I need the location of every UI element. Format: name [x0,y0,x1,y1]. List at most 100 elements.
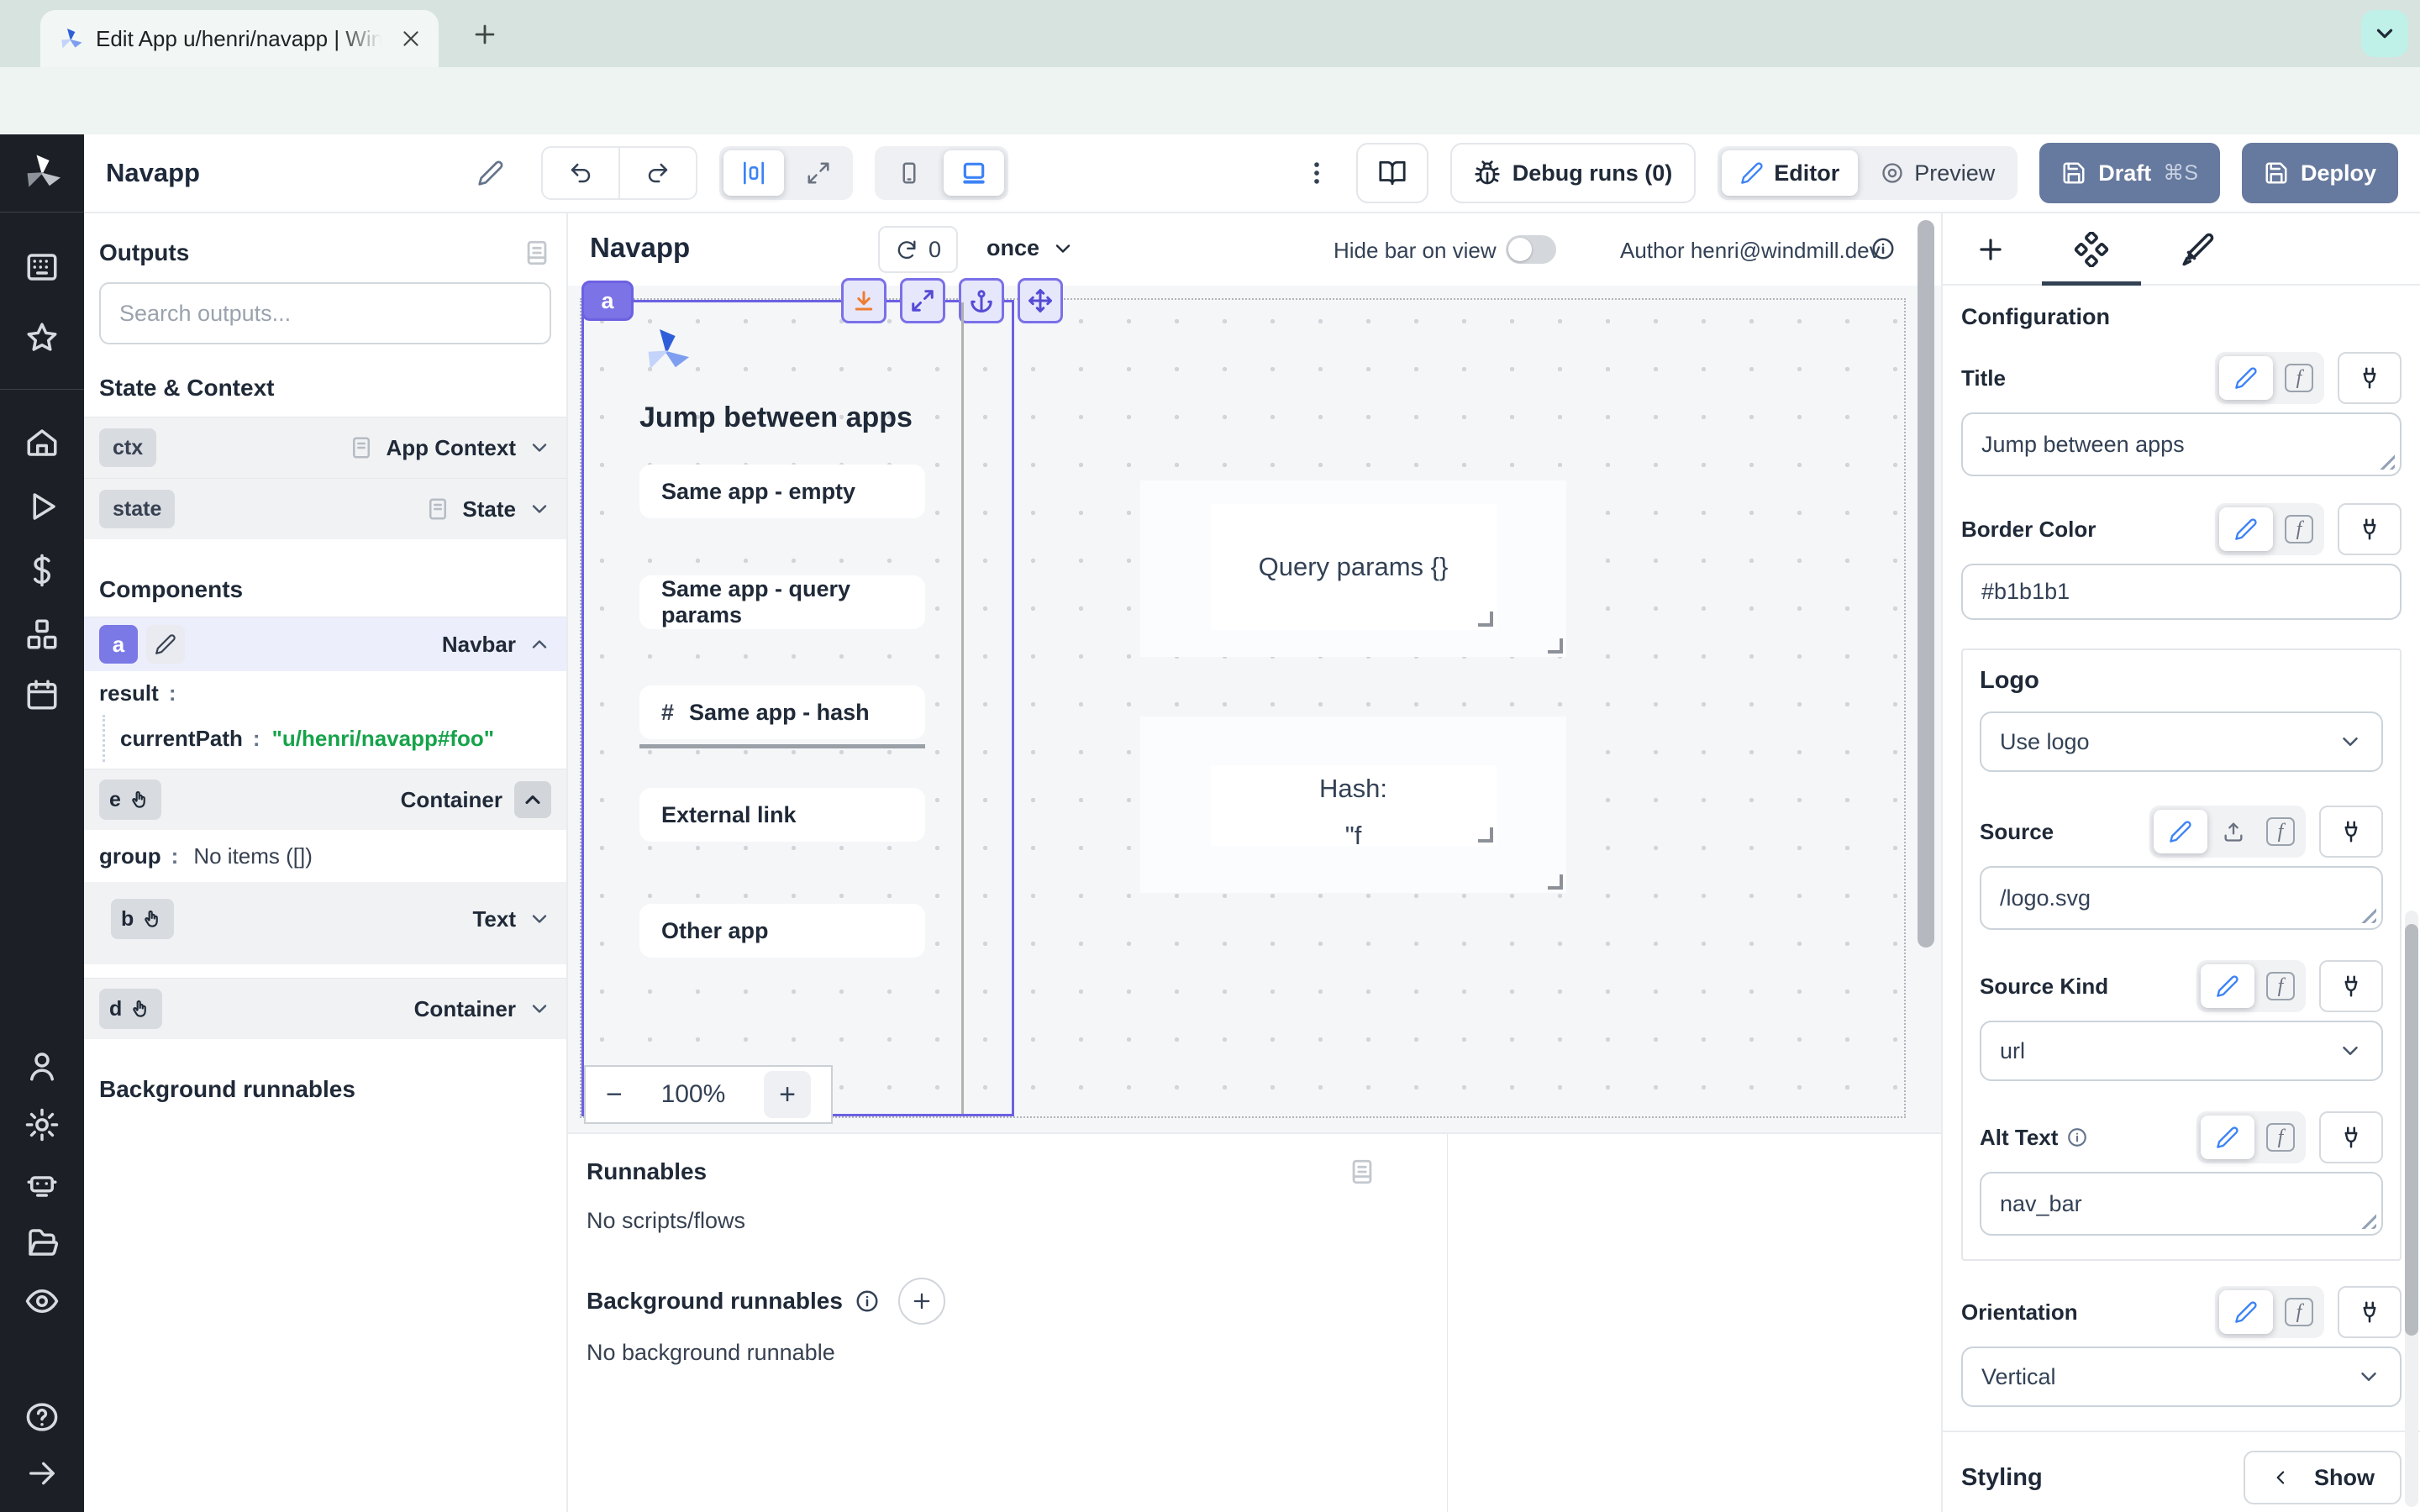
undo-button[interactable] [543,148,620,198]
use-logo-select[interactable]: Use logo [1980,711,2383,772]
upload-mode-button[interactable] [2212,810,2254,853]
browser-tab[interactable]: Edit App u/henri/navapp | Win [40,10,439,67]
function-mode-button[interactable]: f [2278,356,2320,400]
rail-favorites-icon[interactable] [24,320,60,355]
search-outputs-input[interactable] [99,282,551,344]
new-tab-button[interactable] [471,20,499,49]
add-component-tab[interactable] [1975,234,2007,265]
nav-item-same-app-query-params[interactable]: Same app - query params [639,575,925,629]
ctx-row[interactable]: ctx App Context [84,417,566,478]
nav-item-other-app[interactable]: Other app [639,904,925,958]
chevron-down-icon[interactable] [528,997,551,1021]
anchor-icon[interactable] [959,278,1004,323]
rail-help-icon[interactable] [24,1399,60,1435]
tab-close-icon[interactable] [400,28,422,50]
component-settings-tab[interactable] [2074,232,2109,267]
window-chevron-button[interactable] [2361,10,2408,57]
canvas-scrollbar[interactable] [1918,220,1934,948]
component-row-container-d[interactable]: d Container [84,978,566,1039]
zoom-in-button[interactable]: + [764,1071,811,1118]
component-row-navbar[interactable]: a Navbar [84,617,566,671]
rail-resources-icon[interactable] [24,617,60,652]
chevron-up-icon[interactable] [528,633,551,656]
component-d-chip[interactable]: d [99,989,162,1029]
nav-item-external-link[interactable]: External link [639,788,925,842]
resize-handle[interactable] [1548,638,1563,654]
nav-item-same-app-hash[interactable]: # Same app - hash [639,685,925,739]
connect-plug-button[interactable] [2338,352,2402,404]
config-scrollbar-thumb[interactable] [2405,924,2418,1336]
debug-runs-button[interactable]: Debug runs (0) [1450,143,1697,203]
orientation-select[interactable]: Vertical [1961,1347,2402,1407]
component-e-chip[interactable]: e [99,780,161,820]
function-mode-button[interactable]: f [2260,964,2302,1008]
canvas[interactable]: a [568,286,1941,1132]
component-row-text-b[interactable]: b Text [84,889,566,949]
centered-layout-button[interactable] [723,150,784,196]
state-row[interactable]: state State [84,478,566,539]
editor-tab[interactable]: Editor [1722,150,1858,196]
refresh-button[interactable]: 0 [878,226,958,273]
connect-plug-button[interactable] [2319,960,2383,1012]
query-params-container[interactable]: Query params {} [1140,480,1566,657]
nav-item-same-app-empty[interactable]: Same app - empty [639,465,925,518]
rail-runs-icon[interactable] [24,489,60,524]
chevron-up-icon[interactable] [514,781,551,818]
title-field-input[interactable]: Jump between apps [1961,412,2402,476]
edit-title-pencil-icon[interactable] [477,160,504,186]
hash-container[interactable]: Hash: "f [1140,717,1566,893]
styling-show-button[interactable]: Show [2244,1451,2402,1504]
redo-button[interactable] [620,148,696,198]
docs-button[interactable] [1356,143,1428,203]
windmill-logo-icon[interactable] [20,150,64,193]
rail-workers-icon[interactable] [24,1166,60,1201]
chevron-down-icon[interactable] [528,497,551,521]
component-edit-pencil-icon[interactable] [146,625,185,664]
function-mode-button[interactable]: f [2260,1116,2302,1159]
resize-handle[interactable] [1548,874,1563,890]
refresh-mode-dropdown[interactable]: once [986,235,1075,261]
alt-text-input[interactable]: nav_bar [1980,1172,2383,1236]
connect-plug-button[interactable] [2338,503,2402,555]
static-mode-button[interactable] [2219,1290,2273,1334]
connect-plug-button[interactable] [2338,1286,2402,1338]
component-row-container-e[interactable]: e Container [84,769,566,830]
mobile-view-button[interactable] [879,150,939,196]
border-color-input[interactable]: #b1b1b1 [1961,564,2402,620]
more-options-kebab-icon[interactable] [1302,159,1331,187]
info-icon[interactable] [855,1289,880,1314]
rail-audit-icon[interactable] [24,1284,60,1319]
zoom-out-button[interactable]: − [606,1079,623,1111]
static-mode-button[interactable] [2154,810,2207,853]
static-mode-button[interactable] [2219,507,2273,551]
source-kind-select[interactable]: url [1980,1021,2383,1081]
component-b-chip[interactable]: b [111,899,174,939]
rail-folders-icon[interactable] [24,1225,60,1260]
rail-settings-icon[interactable] [24,1107,60,1142]
rail-apps-icon[interactable] [24,249,60,285]
rail-users-icon[interactable] [24,1048,60,1084]
static-mode-button[interactable] [2219,356,2273,400]
function-mode-button[interactable]: f [2260,810,2302,853]
connect-plug-button[interactable] [2319,1111,2383,1163]
deploy-button[interactable]: Deploy [2242,143,2398,203]
function-mode-button[interactable]: f [2278,507,2320,551]
rail-variables-icon[interactable] [24,553,60,588]
rail-schedules-icon[interactable] [24,677,60,712]
preview-tab[interactable]: Preview [1862,150,2013,196]
desktop-view-button[interactable] [944,150,1004,196]
static-mode-button[interactable] [2201,1116,2254,1159]
runnables-doc-icon[interactable] [1348,1158,1376,1186]
selected-navbar-component[interactable]: a [581,300,1014,1116]
chevron-down-icon[interactable] [528,436,551,459]
add-background-runnable-button[interactable] [898,1278,945,1325]
chevron-down-icon[interactable] [528,907,551,931]
outputs-doc-icon[interactable] [523,239,551,267]
source-input[interactable]: /logo.svg [1980,866,2383,930]
fullwidth-layout-button[interactable] [788,150,849,196]
hide-bar-toggle[interactable] [1506,235,1556,264]
function-mode-button[interactable]: f [2278,1290,2320,1334]
draft-button[interactable]: Draft ⌘S [2039,143,2220,203]
move-icon[interactable] [1018,278,1063,323]
rail-home-icon[interactable] [24,425,60,460]
